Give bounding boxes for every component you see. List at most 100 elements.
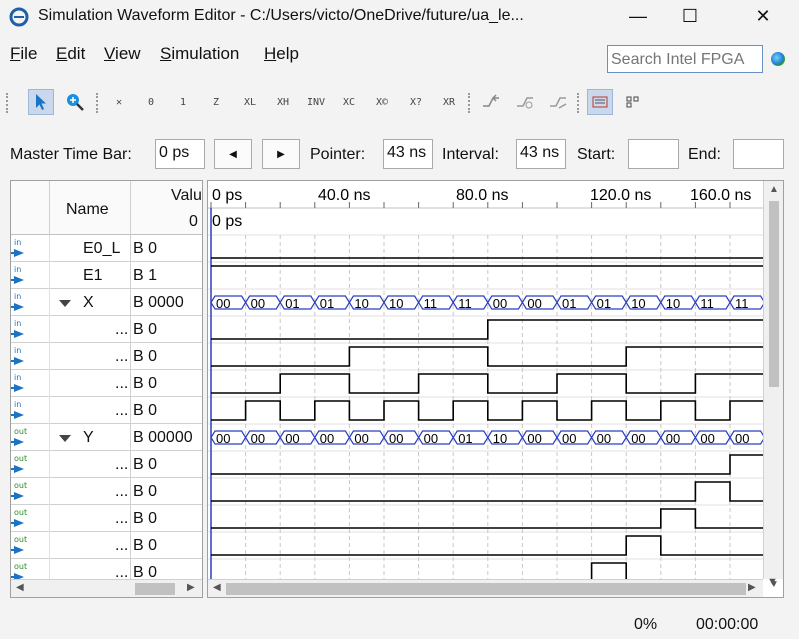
menu-edit[interactable]: Edit [56,44,85,64]
zoom-tool-icon[interactable] [62,89,88,115]
title-bar: Simulation Waveform Editor - C:/Users/vi… [0,0,799,33]
signal-row[interactable]: out... B 0 [11,478,202,505]
weak-high-icon[interactable]: XH [270,89,296,115]
menu-help-hotkey: H [264,44,277,63]
signal-row[interactable]: in... B 0 [11,397,202,424]
bus-value: 00 [527,431,541,446]
arbitrary-value-icon[interactable]: X? [403,89,429,115]
wave-horizontal-scrollbar[interactable]: ◀ ▶ [208,579,763,597]
column-divider[interactable] [130,181,131,235]
output-pin-icon: out [11,535,34,554]
signal-value: B 0000 [133,294,184,311]
row-divider [49,532,50,559]
invert-icon[interactable]: INV [303,89,329,115]
row-divider [49,451,50,478]
sort-icon[interactable] [512,89,538,115]
menu-view[interactable]: View [104,44,141,64]
search-input[interactable] [608,46,764,74]
bus-value: 01 [597,296,611,311]
bus-value: 00 [493,296,507,311]
menu-view-label: iew [115,44,141,63]
bus-value: 00 [597,431,611,446]
expand-collapse-icon[interactable] [59,435,71,442]
scroll-down-arrow-icon[interactable]: ▼ [767,576,778,588]
forcing-high-icon[interactable]: 1 [170,89,196,115]
signal-row[interactable]: in... B 0 [11,343,202,370]
bus-value: 00 [631,431,645,446]
signal-value: B 0 [133,321,158,338]
bus-value: 00 [285,431,299,446]
master-time-bar-field[interactable]: 0 ps [155,139,205,169]
expand-collapse-icon[interactable] [59,300,71,307]
snap-to-grid-icon[interactable] [478,89,504,115]
signal-row[interactable]: in... B 0 [11,370,202,397]
menu-simulation[interactable]: Simulation [160,44,239,64]
start-label: Start: [577,146,616,163]
signal-row[interactable]: in X B 0000 [11,289,202,316]
start-field[interactable] [628,139,679,169]
left-horizontal-scrollbar[interactable]: ◀ ▶ [11,579,202,597]
forcing-unknown-icon[interactable]: ✕ [106,89,132,115]
minimize-button[interactable]: — [615,0,661,33]
count-value-icon[interactable]: XC [336,89,362,115]
clock-icon[interactable]: X© [369,89,395,115]
signal-row[interactable]: out Y B 00000 [11,424,202,451]
globe-icon[interactable] [771,52,785,66]
scroll-right-arrow-icon[interactable]: ▶ [187,582,195,593]
menu-file[interactable]: File [10,44,37,64]
row-divider [49,424,50,451]
value-column-sub: 0 [189,213,198,230]
ungroup-icon[interactable] [587,89,613,115]
signal-list-panel: Name Valu 0 in E0_L B 0 in E1 B 1 in X B 0000 in.… [10,180,203,598]
value-divider [130,478,131,505]
signal-value: B 0 [133,240,158,257]
wave-scroll-left-arrow-icon[interactable]: ◀ [213,582,221,593]
signal-row[interactable]: in E1 B 1 [11,262,202,289]
signal-name: E0_L [83,240,121,257]
value-divider [130,343,131,370]
toolbar-grip[interactable] [6,93,12,113]
waveform-panel[interactable]: 0 ps 40.0 ns 80.0 ns 120.0 ns 160.0 ns 0… [207,180,784,598]
menu-help[interactable]: Help [264,44,299,64]
output-pin-icon: out [11,508,34,527]
cursor-time-label: 0 ps [212,213,242,230]
signal-name: ... [115,402,129,419]
vertical-scroll-thumb[interactable] [769,201,779,387]
input-pin-icon: in [11,319,34,338]
weak-low-icon[interactable]: XL [237,89,263,115]
group-icon[interactable] [545,89,571,115]
signal-row[interactable]: out... B 0 [11,505,202,532]
scroll-thumb[interactable] [135,583,175,595]
row-divider [49,316,50,343]
vertical-scrollbar[interactable]: ▲ ▼ [763,181,783,590]
signal-row[interactable]: in E0_L B 0 [11,235,202,262]
prev-transition-button[interactable]: ◀ [214,139,252,169]
waveform-canvas[interactable]: 0 ps 40.0 ns 80.0 ns 120.0 ns 160.0 ns 0… [208,181,783,579]
scroll-left-arrow-icon[interactable]: ◀ [16,582,24,593]
toolbar: ✕ 0 1 Z XL XH INV XC X© X? XR [0,85,799,121]
forcing-low-icon[interactable]: 0 [138,89,164,115]
wave-scroll-right-arrow-icon[interactable]: ▶ [748,582,756,593]
value-column-header[interactable]: Valu [171,187,202,205]
scroll-up-arrow-icon[interactable]: ▲ [769,184,779,195]
signal-row[interactable]: out... B 0 [11,451,202,478]
high-impedance-icon[interactable]: Z [203,89,229,115]
waveform-view-icon[interactable] [620,89,646,115]
select-tool-icon[interactable] [28,89,54,115]
signal-row[interactable]: out... B 0 [11,532,202,559]
close-button[interactable]: ✕ [740,0,786,33]
random-value-icon[interactable]: XR [436,89,462,115]
bus-value: 00 [735,431,749,446]
input-pin-icon: in [11,265,34,284]
end-label: End: [688,146,721,163]
bus-value: 10 [354,296,368,311]
toolbar-separator [577,93,583,113]
next-transition-button[interactable]: ▶ [262,139,300,169]
signal-value: B 00000 [133,429,193,446]
signal-row[interactable]: in... B 0 [11,316,202,343]
search-box[interactable] [607,45,764,74]
end-field[interactable] [733,139,784,169]
wave-scroll-thumb[interactable] [226,583,746,595]
name-column-header[interactable]: Name [66,201,109,219]
maximize-button[interactable]: ☐ [667,0,713,33]
